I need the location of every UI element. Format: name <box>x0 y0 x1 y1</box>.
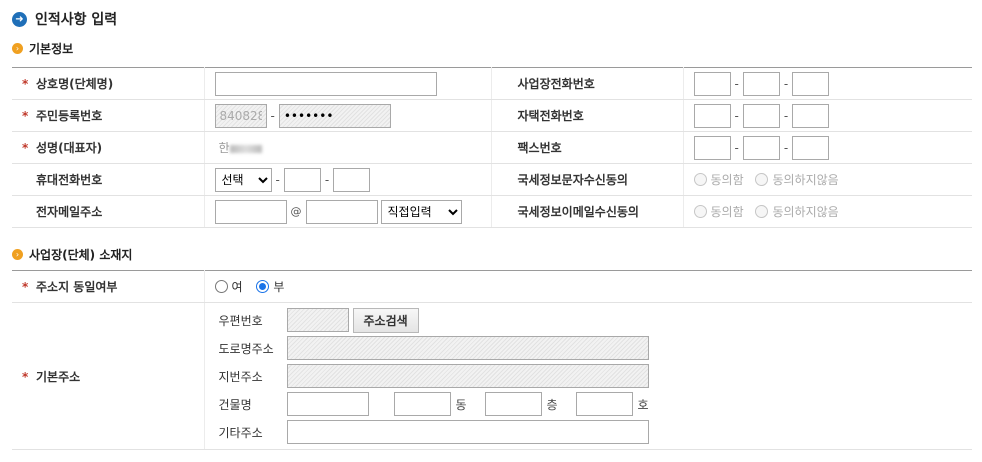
required-mark: * <box>22 369 29 384</box>
ssn-front-input <box>214 103 267 128</box>
road-address-input <box>286 336 649 360</box>
email-domain-select[interactable]: 직접입력 <box>380 199 462 224</box>
home-phone-label: 자택전화번호 <box>490 99 684 132</box>
required-mark: * <box>22 141 29 155</box>
section-header-basic: › 기본정보 <box>12 40 73 56</box>
business-phone-fields: -- <box>683 67 972 100</box>
chevron-right-icon: › <box>12 248 23 260</box>
chevron-right-icon: › <box>12 42 23 54</box>
company-name-input[interactable] <box>214 71 437 96</box>
email-consent-label: 국세정보이메일수신동의 <box>490 195 684 228</box>
radio-icon <box>693 204 707 218</box>
radio-icon <box>755 204 769 218</box>
ssn-fields: - <box>204 99 491 132</box>
business-phone-3[interactable] <box>792 71 830 96</box>
business-phone-1[interactable] <box>693 71 731 96</box>
section-title-basic: 기본정보 <box>29 41 74 56</box>
fax-3[interactable] <box>792 135 830 160</box>
basic-info-table: *상호명(단체명) 사업장전화번호 -- *주민등록번호 - 자택전화번호 --… <box>12 67 972 228</box>
lot-address-input <box>286 364 649 388</box>
postal-code-input <box>286 308 349 332</box>
page-title-text: 인적사항 입력 <box>35 12 118 28</box>
same-address-radios: 여 부 <box>204 270 972 303</box>
same-address-no[interactable]: 부 <box>256 278 284 295</box>
ho-unit: 호 <box>637 397 649 412</box>
email-id-input[interactable] <box>214 199 287 224</box>
mobile-fields: 선택 - - <box>204 163 491 196</box>
postal-code-row: 우편번호 주소검색 <box>215 306 973 334</box>
business-phone-2[interactable] <box>742 71 780 96</box>
dong-unit: 동 <box>455 397 467 412</box>
radio-icon <box>755 172 769 186</box>
arrow-right-icon: ➜ <box>12 11 27 27</box>
email-fields: @ 직접입력 <box>204 195 491 228</box>
floor-input[interactable] <box>484 392 542 416</box>
dong-input[interactable] <box>393 392 451 416</box>
required-mark: * <box>22 77 29 91</box>
home-phone-2[interactable] <box>742 103 780 128</box>
email-consent-no[interactable]: 동의하지않음 <box>755 203 839 220</box>
table-row: * 기본주소 우편번호 주소검색 도로명주소 지번주소 건물명 동 층 호 기타… <box>12 302 973 450</box>
home-phone-1[interactable] <box>693 103 731 128</box>
business-phone-label: 사업장전화번호 <box>490 67 684 100</box>
email-domain-input[interactable] <box>305 199 378 224</box>
mobile-3[interactable] <box>333 167 371 192</box>
lot-address-row: 지번주소 <box>215 362 973 390</box>
table-row: * 성명(대표자) 한 팩스번호 -- <box>12 131 972 164</box>
redacted-name <box>229 144 262 153</box>
sms-consent-yes[interactable]: 동의함 <box>693 171 744 188</box>
location-table: * 주소지 동일여부 여 부 * 기본주소 우편번호 주소검색 도로명주소 지번주소… <box>12 270 972 450</box>
ssn-label: * 주민등록번호 <box>12 99 205 132</box>
email-consent-radios: 동의함 동의하지않음 <box>683 195 972 228</box>
sms-consent-radios: 동의함 동의하지않음 <box>683 163 972 196</box>
radio-icon <box>693 172 707 186</box>
table-row: * 상호명(단체명) 사업장전화번호 -- <box>12 67 972 100</box>
ho-input[interactable] <box>575 392 633 416</box>
mobile-prefix-select[interactable]: 선택 <box>214 167 272 192</box>
same-address-label: * 주소지 동일여부 <box>12 270 205 303</box>
rep-name-label: * 성명(대표자) <box>12 131 205 164</box>
section-title-location: 사업장(단체) 소재지 <box>29 247 133 262</box>
table-row: 전자메일주소 @ 직접입력 국세정보이메일수신동의 동의함 동의하지않음 <box>12 195 972 228</box>
sms-consent-label: 국세정보문자수신동의 <box>490 163 684 196</box>
sms-consent-no[interactable]: 동의하지않음 <box>755 171 839 188</box>
email-consent-yes[interactable]: 동의함 <box>693 203 744 220</box>
table-row: * 주소지 동일여부 여 부 <box>12 270 972 303</box>
fax-1[interactable] <box>693 135 731 160</box>
table-row: 휴대전화번호 선택 - - 국세정보문자수신동의 동의함 동의하지않음 <box>12 163 972 196</box>
home-phone-fields: -- <box>683 99 972 132</box>
lot-address-label: 지번주소 <box>218 369 263 384</box>
required-mark: * <box>22 109 29 123</box>
road-address-row: 도로명주소 <box>215 334 973 362</box>
radio-icon <box>214 279 228 293</box>
fax-fields: -- <box>683 131 972 164</box>
other-address-label: 기타주소 <box>218 425 263 440</box>
floor-unit: 층 <box>546 397 558 412</box>
table-row: *주민등록번호 - 자택전화번호 -- <box>12 99 972 132</box>
rep-name-value: 한 <box>204 131 491 164</box>
building-row: 건물명 동 층 호 <box>215 390 973 418</box>
email-label: 전자메일주소 <box>12 195 205 228</box>
fax-label: 팩스번호 <box>490 131 684 164</box>
other-address-row: 기타주소 <box>215 418 973 446</box>
other-address-input[interactable] <box>286 420 649 444</box>
home-phone-3[interactable] <box>792 103 830 128</box>
radio-selected-icon <box>256 279 270 293</box>
base-address-label: * 기본주소 <box>12 302 205 450</box>
address-search-button[interactable]: 주소검색 <box>352 307 419 333</box>
mobile-label: 휴대전화번호 <box>12 163 205 196</box>
base-address-fields: 우편번호 주소검색 도로명주소 지번주소 건물명 동 층 호 기타주소 <box>204 302 973 450</box>
building-label: 건물명 <box>218 397 252 412</box>
building-name-input[interactable] <box>286 392 369 416</box>
fax-2[interactable] <box>742 135 780 160</box>
required-mark: * <box>22 280 29 294</box>
same-address-yes[interactable]: 여 <box>214 278 243 295</box>
ssn-back-input <box>278 103 391 128</box>
road-address-label: 도로명주소 <box>218 341 274 356</box>
page-title: ➜ 인적사항 입력 <box>12 10 117 28</box>
postal-code-label: 우편번호 <box>218 313 263 328</box>
mobile-2[interactable] <box>283 167 321 192</box>
section-header-location: › 사업장(단체) 소재지 <box>12 246 132 262</box>
company-name-label: * 상호명(단체명) <box>12 67 205 100</box>
